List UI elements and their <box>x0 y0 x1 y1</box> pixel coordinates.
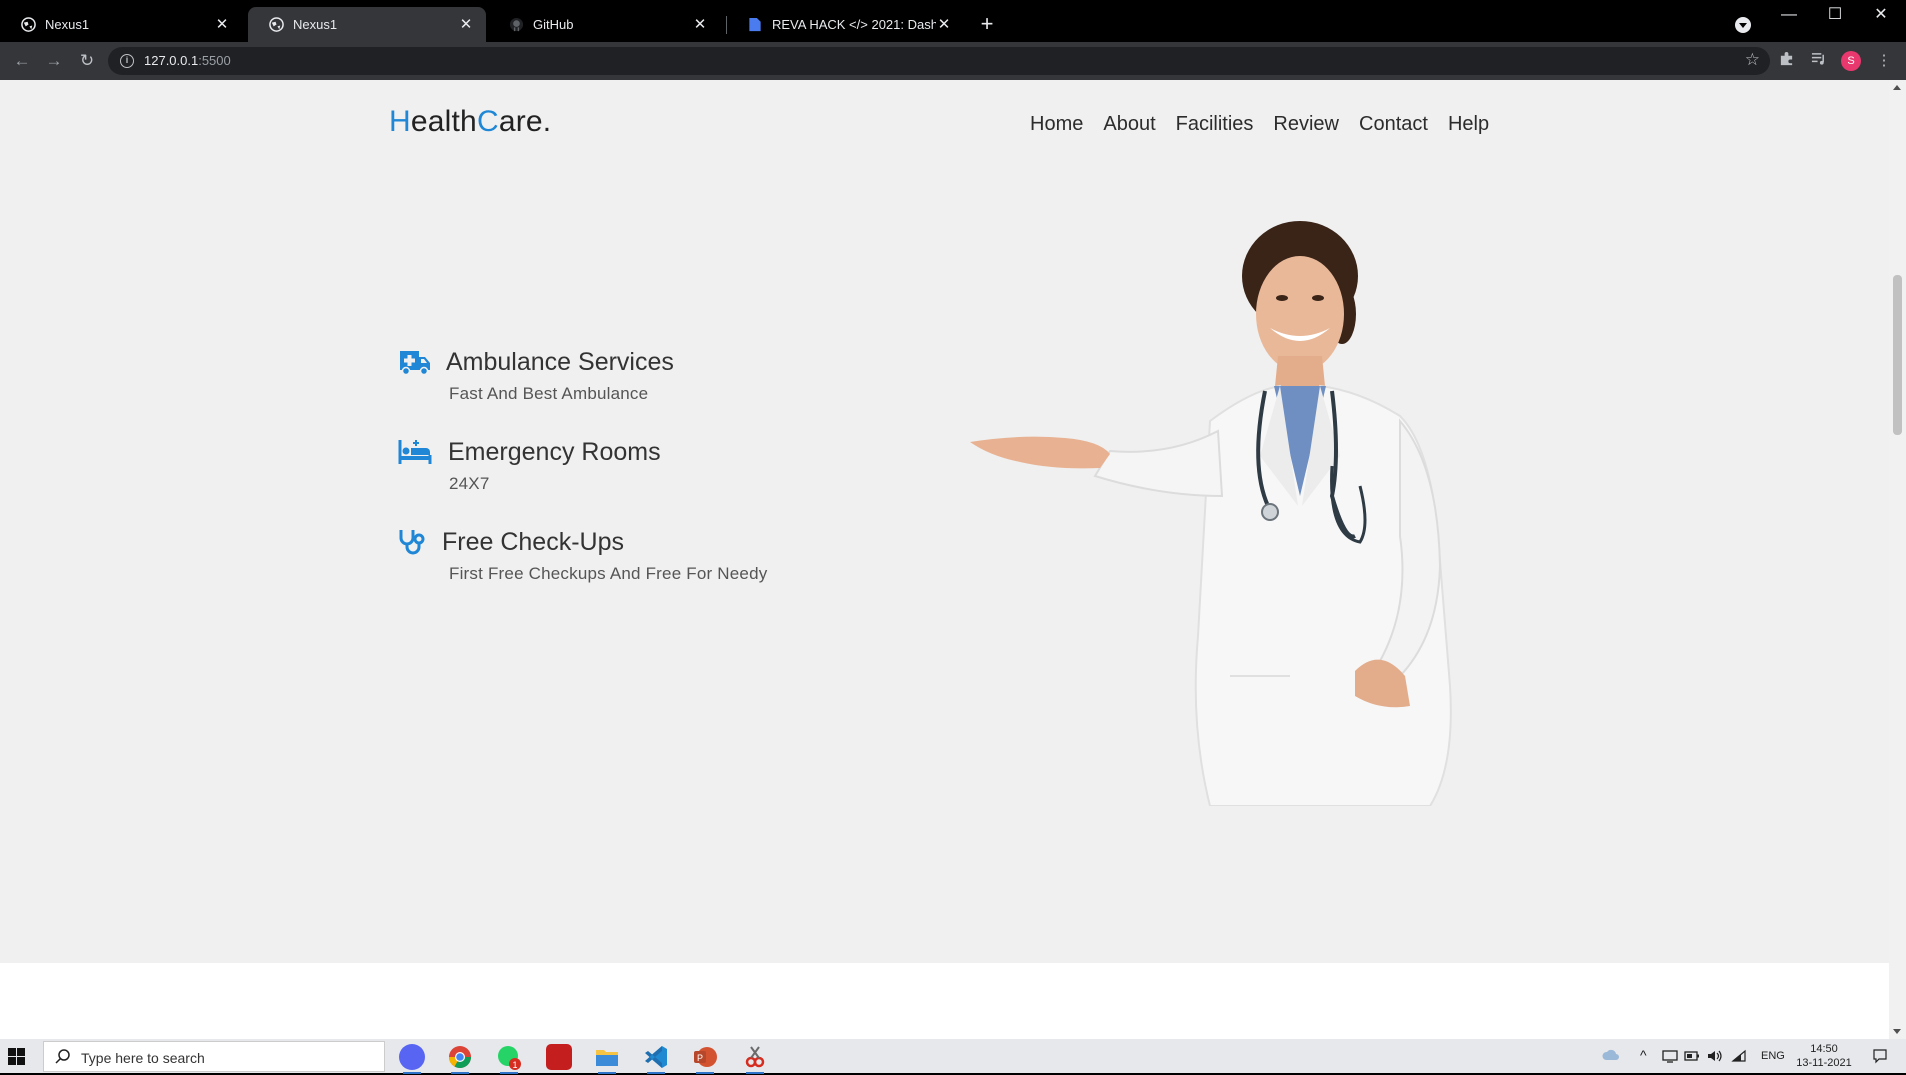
vscode-icon[interactable] <box>643 1044 669 1074</box>
ambulance-icon <box>398 348 432 378</box>
facility-description: 24X7 <box>449 474 490 493</box>
tab-title: Nexus1 <box>45 17 90 32</box>
notification-icon[interactable] <box>1872 1048 1888 1067</box>
hospital-bed-icon <box>398 438 432 468</box>
minimize-window-button[interactable]: — <box>1766 4 1812 26</box>
bookmark-star-icon[interactable]: ☆ <box>1745 50 1760 70</box>
profile-avatar[interactable]: S <box>1841 51 1861 71</box>
nav-facilities[interactable]: Facilities <box>1176 113 1254 136</box>
github-icon <box>508 17 524 33</box>
scrollbar-thumb[interactable] <box>1893 275 1902 435</box>
close-tab-icon[interactable]: ✕ <box>936 16 952 33</box>
media-playlist-icon[interactable] <box>1808 51 1828 71</box>
whatsapp-icon[interactable]: 1 <box>496 1044 522 1074</box>
reload-icon[interactable]: ↻ <box>76 50 98 72</box>
scroll-up-arrow-icon[interactable] <box>1893 85 1901 90</box>
chrome-icon[interactable] <box>447 1044 473 1074</box>
globe-icon <box>20 17 36 33</box>
dashboard-icon <box>747 17 763 33</box>
facility-description: First Free Checkups And Free For Needy <box>449 564 768 583</box>
facility-title: Emergency Rooms <box>448 438 661 466</box>
nav-home[interactable]: Home <box>1030 113 1083 136</box>
next-section-band <box>0 963 1889 1039</box>
tab-reva-hack[interactable]: REVA HACK </> 2021: Dashboar ✕ <box>727 7 964 42</box>
whatsapp-badge: 1 <box>512 1060 517 1070</box>
facility-description: Fast And Best Ambulance <box>449 384 649 403</box>
browser-tab-bar: Nexus1 ✕ Nexus1 ✕ GitHub ✕ REVA HACK </>… <box>0 0 1906 42</box>
svg-text:P: P <box>697 1053 703 1063</box>
menu-kebab-icon[interactable]: ⋮ <box>1874 51 1894 71</box>
clock-date: 13-11-2021 <box>1796 1057 1852 1069</box>
clock-time: 14:50 <box>1810 1043 1838 1055</box>
nav-review[interactable]: Review <box>1273 113 1339 136</box>
snipping-tool-icon[interactable] <box>742 1044 768 1074</box>
page-scrollbar[interactable] <box>1889 80 1906 1039</box>
doctor-illustration <box>970 221 1452 806</box>
address-bar[interactable]: i 127.0.0.1:5500 ☆ <box>108 47 1770 75</box>
close-tab-icon[interactable]: ✕ <box>692 16 708 33</box>
stethoscope-icon <box>398 528 432 558</box>
onedrive-icon[interactable] <box>1602 1049 1620 1064</box>
maximize-window-button[interactable]: ☐ <box>1812 4 1858 26</box>
nav-help[interactable]: Help <box>1448 113 1489 136</box>
tab-github[interactable]: GitHub ✕ <box>488 7 720 42</box>
forward-arrow-icon[interactable]: → <box>43 50 65 72</box>
volume-icon[interactable] <box>1707 1049 1723 1066</box>
powerpoint-icon[interactable]: P <box>692 1044 718 1074</box>
windows-taskbar: Type here to search 1 P ^ ENG 14:50 13-1… <box>0 1039 1906 1074</box>
network-adapter-icon[interactable] <box>1662 1049 1678 1066</box>
close-tab-icon[interactable]: ✕ <box>458 16 474 33</box>
chevron-up-icon[interactable]: ^ <box>1640 1047 1647 1063</box>
file-explorer-icon[interactable] <box>594 1044 620 1074</box>
new-tab-button[interactable]: + <box>976 13 998 35</box>
nav-contact[interactable]: Contact <box>1359 113 1428 136</box>
main-nav: Home About Facilities Review Contact Hel… <box>1030 113 1509 136</box>
tab-title: REVA HACK </> 2021: Dashboar <box>772 17 936 32</box>
taskbar-clock[interactable]: 14:50 13-11-2021 <box>1796 1042 1852 1070</box>
tab-nexus1-active[interactable]: Nexus1 ✕ <box>248 7 486 42</box>
discord-icon[interactable] <box>399 1044 425 1074</box>
acrobat-icon[interactable] <box>546 1044 572 1070</box>
tab-nexus1-first[interactable]: Nexus1 ✕ <box>0 7 242 42</box>
close-window-button[interactable]: ✕ <box>1858 4 1904 26</box>
back-arrow-icon[interactable]: ← <box>11 50 33 72</box>
nav-about[interactable]: About <box>1103 113 1155 136</box>
tab-title: Nexus1 <box>293 17 338 32</box>
tab-title: GitHub <box>533 17 574 32</box>
language-indicator[interactable]: ENG <box>1761 1050 1785 1062</box>
url-text: 127.0.0.1:5500 <box>144 53 231 68</box>
page-viewport: HealthCare. Home About Facilities Review… <box>0 80 1906 1039</box>
globe-icon <box>268 17 284 33</box>
search-icon <box>55 1049 70 1064</box>
extensions-puzzle-icon[interactable] <box>1776 51 1796 71</box>
facility-title: Free Check-Ups <box>442 528 624 556</box>
site-info-icon[interactable]: i <box>120 54 134 68</box>
windows-start-icon[interactable] <box>8 1048 25 1065</box>
taskbar-search-input[interactable]: Type here to search <box>43 1041 385 1072</box>
search-placeholder: Type here to search <box>81 1050 205 1066</box>
facility-title: Ambulance Services <box>446 348 674 376</box>
tab-search-icon[interactable] <box>1735 17 1751 33</box>
battery-icon[interactable] <box>1684 1049 1700 1066</box>
site-logo[interactable]: HealthCare. <box>389 105 551 139</box>
scroll-down-arrow-icon[interactable] <box>1893 1029 1901 1034</box>
wifi-icon[interactable] <box>1731 1049 1747 1066</box>
browser-toolbar: ← → ↻ i 127.0.0.1:5500 ☆ S ⋮ <box>0 42 1906 80</box>
close-tab-icon[interactable]: ✕ <box>214 16 230 33</box>
